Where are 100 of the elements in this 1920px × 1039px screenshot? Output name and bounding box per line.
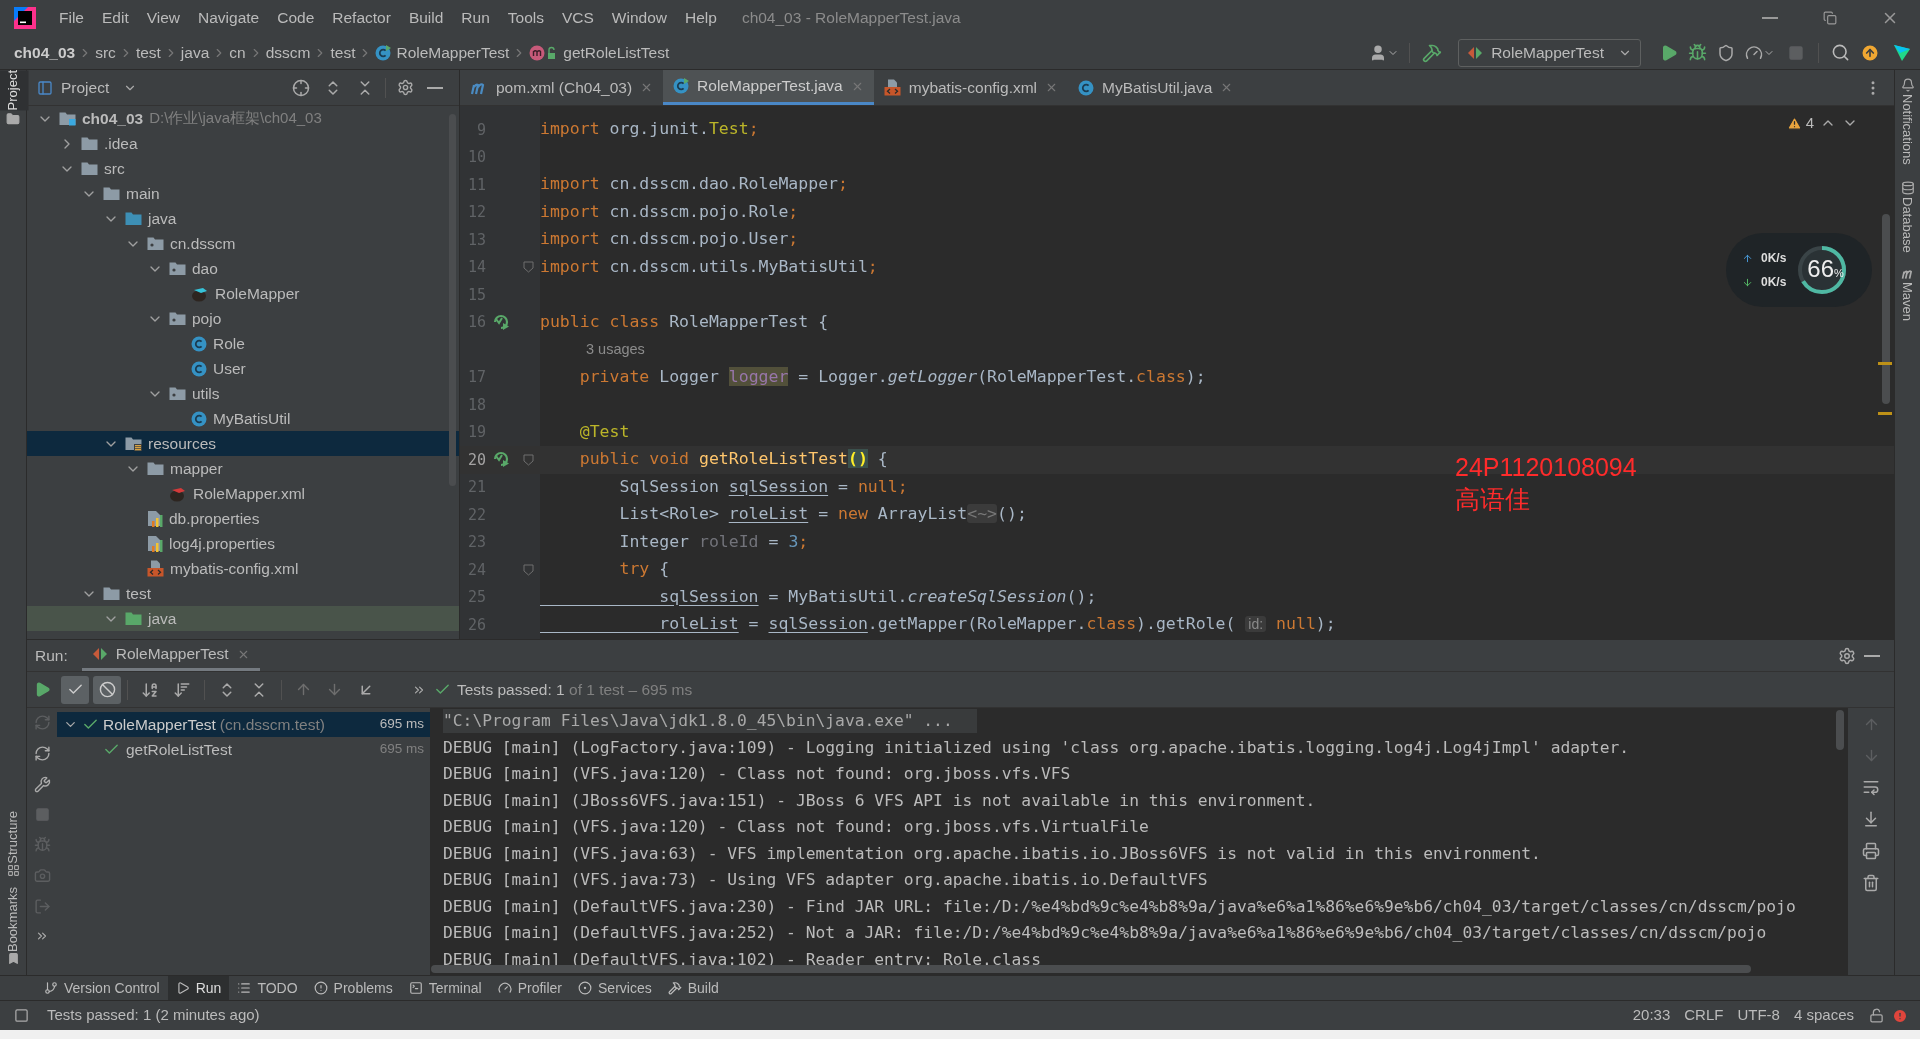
- scrollbar[interactable]: [1836, 710, 1844, 750]
- scrollbar[interactable]: [449, 114, 456, 486]
- tree-row[interactable]: db.properties: [27, 506, 459, 531]
- side-tab[interactable]: Bookmarks: [0, 886, 29, 952]
- tree-row[interactable]: main: [27, 181, 459, 206]
- editor-tab[interactable]: mybatis-config.xml: [873, 70, 1069, 105]
- more-actions-icon[interactable]: [35, 929, 49, 943]
- fold-marker-icon[interactable]: [522, 453, 534, 466]
- breadcrumb[interactable]: ch04_03: [14, 40, 76, 65]
- tool-window-tab[interactable]: Profiler: [489, 976, 570, 1000]
- breadcrumb[interactable]: java: [180, 40, 210, 65]
- previous-test-icon[interactable]: [295, 681, 312, 698]
- settings-icon[interactable]: [397, 79, 414, 96]
- test-tree-row[interactable]: RoleMapperTest (cn.dsscm.test) 695 ms: [57, 712, 430, 737]
- breadcrumb[interactable]: test: [135, 40, 161, 65]
- breadcrumb[interactable]: cn: [229, 40, 246, 65]
- tree-row[interactable]: ch04_03 D:\作业\java框架\ch04_03: [27, 106, 459, 131]
- editor-tab[interactable]: RoleMapperTest.java: [663, 70, 874, 105]
- run-test-icon[interactable]: [492, 451, 510, 469]
- warnings-indicator[interactable]: 4: [1786, 112, 1814, 135]
- fold-marker-icon[interactable]: [522, 563, 534, 576]
- panel-toggle-icon[interactable]: [14, 1008, 29, 1023]
- tool-window-tab[interactable]: Version Control: [36, 976, 168, 1000]
- tree-row[interactable]: log4j.properties: [27, 531, 459, 556]
- toggle-auto-test-icon[interactable]: [33, 745, 51, 762]
- breadcrumb[interactable]: test: [330, 40, 356, 65]
- print-icon[interactable]: [1862, 842, 1880, 860]
- breadcrumb[interactable]: src: [95, 40, 116, 65]
- tree-row[interactable]: resources: [27, 431, 459, 456]
- menu-item[interactable]: VCS: [552, 3, 603, 33]
- tree-row[interactable]: test: [27, 581, 459, 606]
- menu-item[interactable]: Window: [602, 3, 676, 33]
- test-tree-row[interactable]: getRoleListTest 695 ms: [57, 737, 430, 762]
- tool-window-tab[interactable]: Run: [167, 976, 230, 1000]
- sort-alphabetically-icon[interactable]: [141, 680, 159, 699]
- tool-window-tab[interactable]: Build: [659, 976, 727, 1000]
- tree-row[interactable]: java: [27, 606, 459, 631]
- tree-row[interactable]: mapper: [27, 456, 459, 481]
- tree-row[interactable]: RoleMapper: [27, 281, 459, 306]
- tree-row[interactable]: MyBatisUtil: [27, 406, 459, 431]
- clear-icon[interactable]: [1862, 874, 1880, 892]
- soft-wrap-icon[interactable]: [1862, 778, 1880, 796]
- next-test-icon[interactable]: [326, 681, 343, 698]
- run-test-icon[interactable]: [492, 313, 510, 331]
- tree-row[interactable]: mybatis-config.xml: [27, 556, 459, 581]
- tool-window-tab[interactable]: Terminal: [400, 976, 490, 1000]
- plugin-logo-icon[interactable]: [1892, 42, 1912, 63]
- tree-row[interactable]: RoleMapper.xml: [27, 481, 459, 506]
- menu-item[interactable]: Navigate: [189, 3, 269, 33]
- menu-item[interactable]: Refactor: [323, 3, 400, 33]
- filter-toggle[interactable]: [61, 675, 89, 704]
- menu-item[interactable]: File: [50, 3, 93, 33]
- tree-row[interactable]: pojo: [27, 306, 459, 331]
- menu-item[interactable]: Tools: [498, 3, 553, 33]
- menu-item[interactable]: Code: [268, 3, 324, 33]
- breadcrumb[interactable]: dsscm: [265, 40, 311, 65]
- menu-item[interactable]: Help: [676, 3, 726, 33]
- project-view-selector[interactable]: Project: [61, 75, 138, 100]
- tree-row[interactable]: .idea: [27, 131, 459, 156]
- side-tab[interactable]: Project: [0, 70, 29, 111]
- tool-window-tab[interactable]: TODO: [229, 976, 306, 1000]
- locate-icon[interactable]: [292, 78, 310, 97]
- fold-marker-icon[interactable]: [522, 261, 534, 274]
- usages-hint[interactable]: 3 usages: [586, 338, 645, 361]
- tree-row[interactable]: User: [27, 356, 459, 381]
- breadcrumb[interactable]: getRoleListTest: [563, 40, 670, 65]
- menu-item[interactable]: Run: [452, 3, 499, 33]
- status-item[interactable]: CRLF: [1677, 1004, 1731, 1027]
- wrench-icon[interactable]: [33, 776, 51, 793]
- hide-icon[interactable]: [427, 86, 443, 89]
- tree-row[interactable]: Role: [27, 331, 459, 356]
- status-item[interactable]: 20:33: [1625, 1004, 1678, 1027]
- breadcrumb[interactable]: RoleMapperTest: [396, 40, 510, 65]
- sort-by-duration-icon[interactable]: [173, 680, 191, 699]
- settings-icon[interactable]: [1838, 646, 1856, 665]
- tree-row[interactable]: dao: [27, 256, 459, 281]
- side-tab[interactable]: Maven: [1891, 282, 1920, 322]
- editor-tab[interactable]: pom.xml (Ch04_03): [460, 70, 664, 105]
- menu-item[interactable]: Build: [399, 3, 453, 33]
- menu-item[interactable]: View: [137, 3, 190, 33]
- tree-row[interactable]: java: [27, 206, 459, 231]
- scrollbar[interactable]: [1882, 214, 1890, 404]
- run-configuration-selector[interactable]: RoleMapperTest: [1458, 38, 1641, 67]
- editor-tab[interactable]: MyBatisUtil.java: [1068, 70, 1244, 105]
- tool-window-tab[interactable]: Problems: [305, 976, 401, 1000]
- error-icon[interactable]: [1892, 1007, 1908, 1024]
- scroll-to-end-icon[interactable]: [1862, 810, 1880, 828]
- side-tab[interactable]: Database: [1891, 196, 1920, 253]
- side-tab[interactable]: Notifications: [1891, 94, 1920, 165]
- tree-row[interactable]: cn.dsscm: [27, 231, 459, 256]
- filter-toggle[interactable]: [93, 675, 121, 704]
- lock-icon[interactable]: [1869, 1008, 1884, 1023]
- menu-item[interactable]: Edit: [93, 3, 138, 33]
- run-configuration-tab[interactable]: RoleMapperTest: [81, 640, 260, 671]
- scrollbar[interactable]: [431, 965, 1751, 973]
- tool-window-tab[interactable]: Services: [570, 976, 660, 1000]
- status-item[interactable]: 4 spaces: [1786, 1004, 1861, 1027]
- tree-row[interactable]: src: [27, 156, 459, 181]
- code-editor[interactable]: [460, 106, 1894, 639]
- hide-icon[interactable]: [1864, 654, 1880, 657]
